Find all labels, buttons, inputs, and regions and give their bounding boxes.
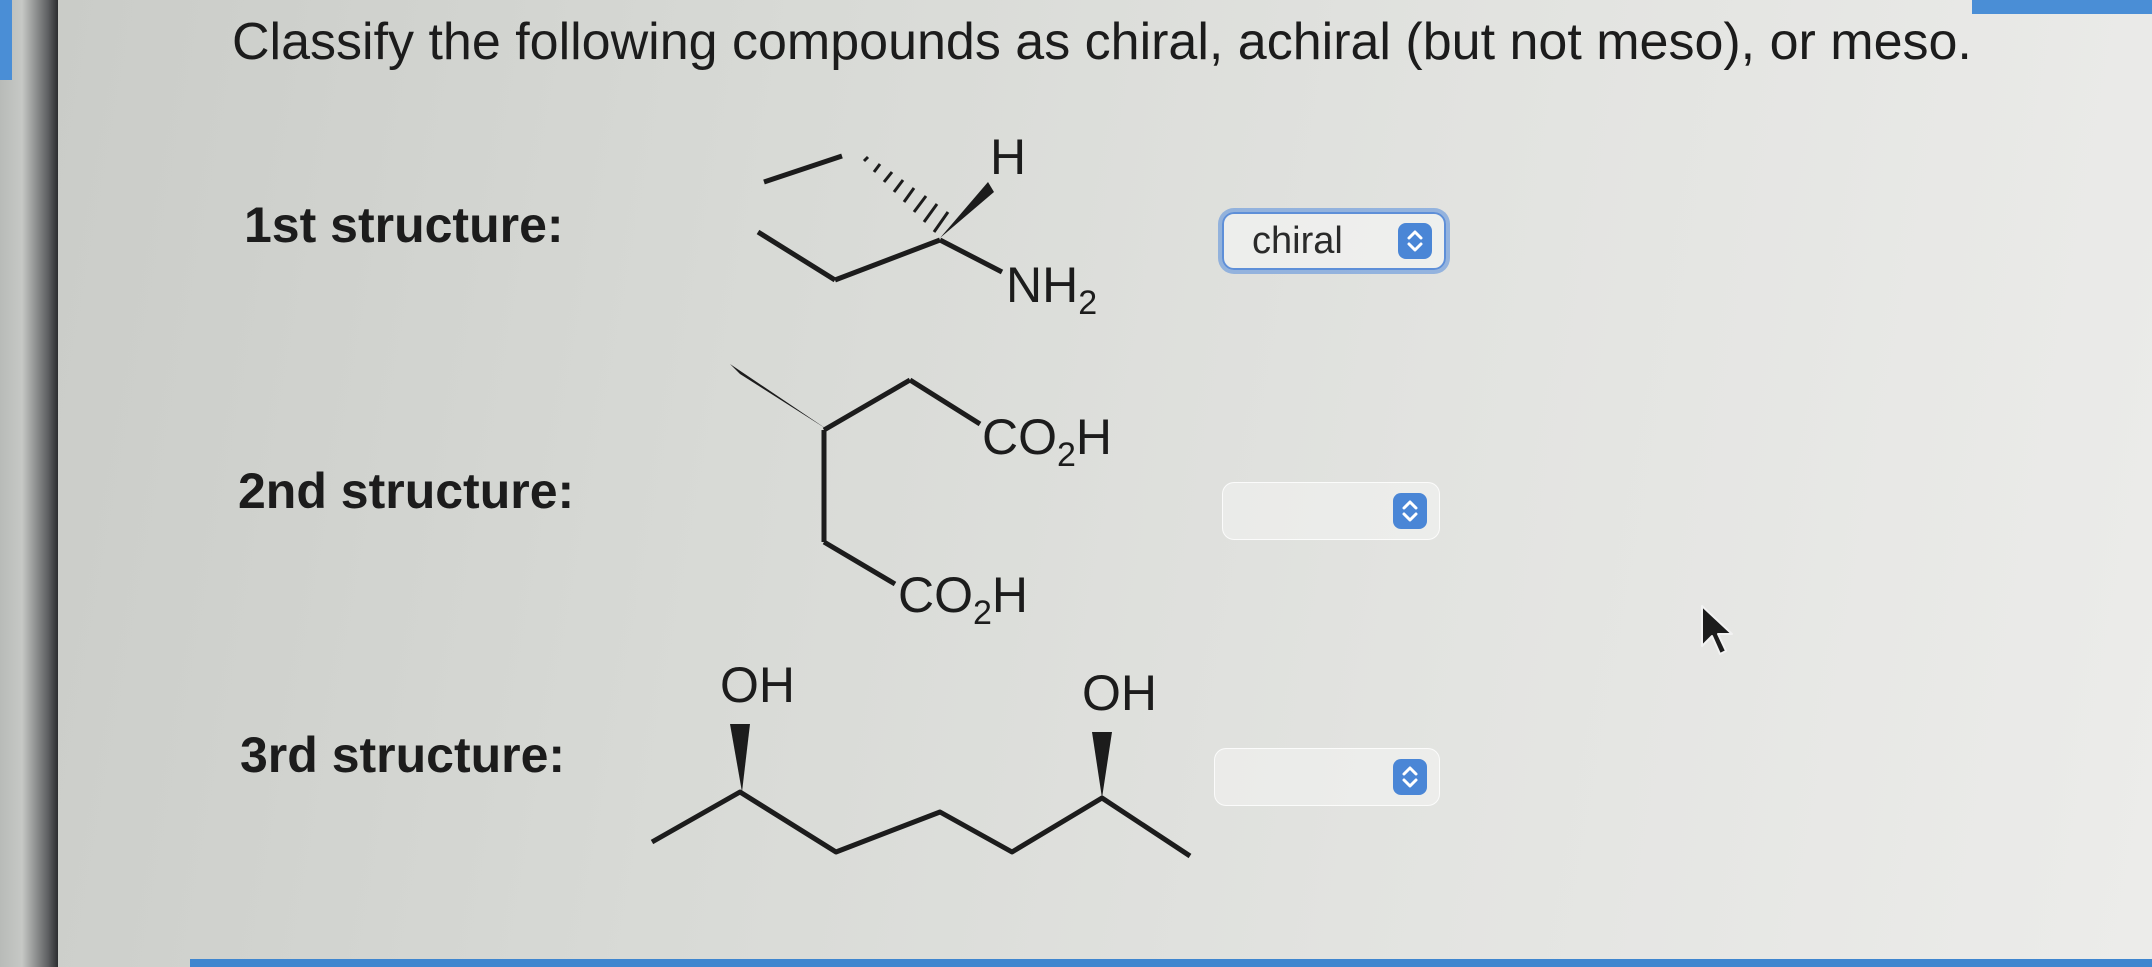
group-label-co2h-bottom: CO2H [898,567,1028,632]
solid-wedge-bond [940,182,994,238]
structure-1-selected-value: chiral [1252,219,1343,262]
bond-line [763,153,843,185]
submit-bar-edge [190,959,2152,967]
solid-wedge-bond [730,364,828,430]
bond-line [822,539,897,587]
bond-line [756,229,837,283]
row-2-label: 2nd structure: [238,463,575,519]
bond-line [908,377,982,427]
row-3-label: 3rd structure: [240,727,566,783]
structure-1-drawing: H NH2 [756,130,1097,322]
chevron-up-down-icon [1393,759,1427,795]
atom-label-h: H [990,130,1026,185]
bond-line [822,377,912,433]
solid-wedge-bond [1092,732,1112,798]
structure-3-drawing: OH OH [650,657,1192,859]
atom-label-nh2: NH2 [1006,257,1097,322]
carbon-chain [650,789,1192,859]
question-prompt: Classify the following compounds as chir… [232,13,1972,71]
solid-wedge-bond [730,724,750,792]
chevron-up-down-icon [1398,223,1432,259]
screen-bezel [0,0,58,967]
hashed-wedge-bond [862,155,950,233]
bond-line [938,237,1004,275]
atom-label-oh-right: OH [1082,665,1157,721]
atom-label-oh-left: OH [720,657,795,713]
structure-1-select[interactable]: chiral [1222,212,1446,270]
chevron-up-down-icon [1393,493,1427,529]
top-accent-bar [1972,0,2152,14]
group-label-co2h-top: CO2H [982,409,1112,474]
structure-2-select[interactable] [1222,482,1440,540]
bond-line [834,237,941,283]
structure-2-drawing: CO2H CO2H [730,364,1112,632]
row-1-label: 1st structure: [244,197,564,253]
side-accent-bar [0,0,12,80]
structure-3-select[interactable] [1214,748,1440,806]
mouse-pointer-icon [1701,605,1733,655]
